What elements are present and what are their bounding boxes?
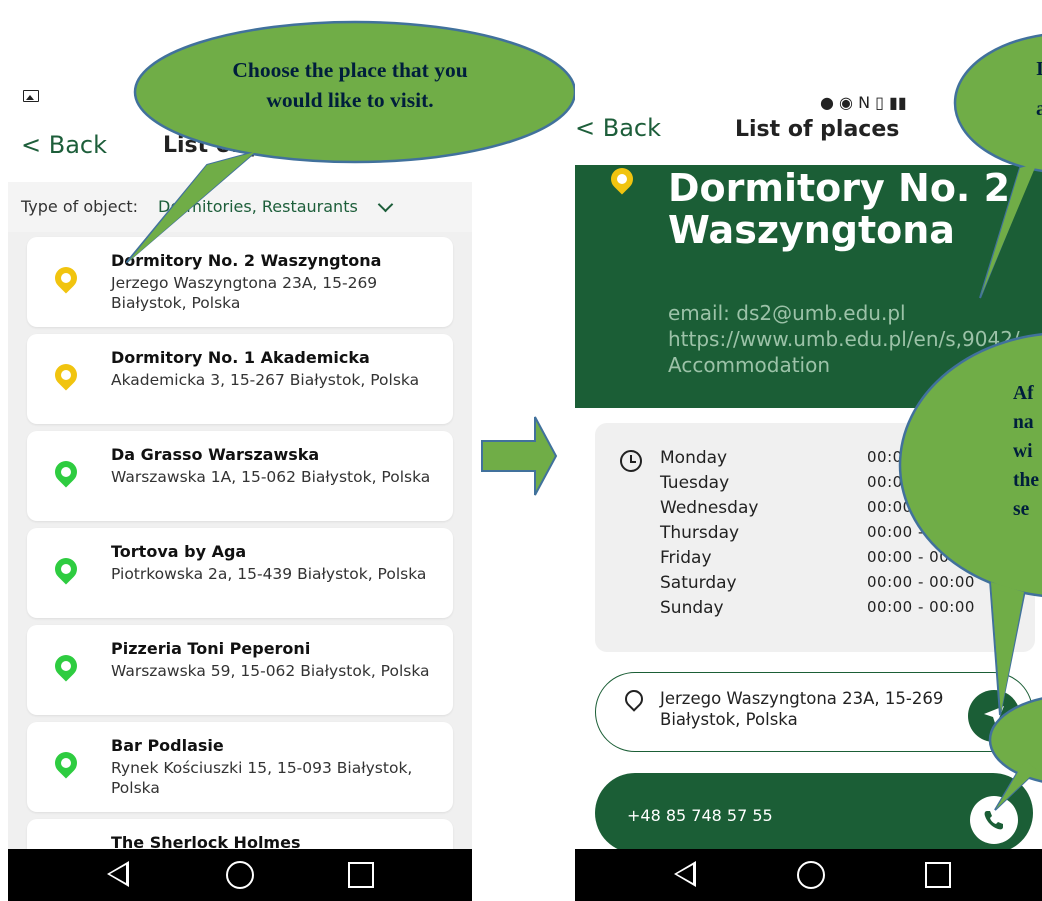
status-icons: ● ◉ N ▯ ▮▮	[820, 93, 907, 112]
day-label: Wednesday	[660, 498, 759, 518]
dormitory-pin-icon	[50, 359, 82, 391]
android-navigation-bar	[575, 849, 1042, 901]
list-item[interactable]: Dormitory No. 1 Akademicka Akademicka 3, …	[27, 334, 453, 424]
place-address: Warszawska 59, 15-062 Białystok, Polska	[111, 662, 430, 680]
list-item[interactable]: Tortova by Aga Piotrkowska 2a, 15-439 Bia…	[27, 528, 453, 618]
arrow-right-icon	[481, 416, 558, 496]
place-address: Jerzego Waszyngtona 23A, 15-269 Białysto…	[111, 274, 378, 312]
day-label: Sunday	[660, 598, 724, 618]
android-navigation-bar	[8, 849, 472, 901]
list-item[interactable]: Pizzeria Toni Peperoni Warszawska 59, 15-…	[27, 625, 453, 715]
callout-text-partial: I	[1036, 58, 1042, 80]
nav-back-icon[interactable]	[674, 861, 696, 887]
dormitory-pin-icon	[50, 262, 82, 294]
clock-icon	[620, 450, 642, 472]
callout-text: Choose the place that you would like to …	[232, 58, 468, 112]
callout-line: Af	[1013, 383, 1034, 404]
place-name: Bar Podlasie	[111, 736, 224, 755]
restaurant-pin-icon	[50, 553, 82, 585]
callout-text-partial: a	[1036, 98, 1042, 120]
nav-back-icon[interactable]	[107, 861, 129, 887]
callout-bubble-bottom-right	[988, 697, 1042, 811]
restaurant-pin-icon	[50, 650, 82, 682]
nav-home-icon[interactable]	[797, 861, 825, 889]
day-label: Tuesday	[660, 473, 730, 493]
phone-number[interactable]: +48 85 748 57 55	[627, 806, 773, 825]
day-label: Monday	[660, 448, 728, 468]
back-button[interactable]: < Back	[575, 114, 661, 142]
nav-recent-apps-icon[interactable]	[925, 862, 951, 888]
restaurant-pin-icon	[50, 747, 82, 779]
place-address: Piotrkowska 2a, 15-439 Białystok, Polska	[111, 565, 427, 583]
place-address: Warszawska 1A, 15-062 Białystok, Polska	[111, 468, 431, 486]
callout-bubble-top-right	[953, 33, 1042, 299]
list-item[interactable]: Bar Podlasie Rynek Kościuszki 15, 15-093 …	[27, 722, 453, 812]
nav-recent-apps-icon[interactable]	[348, 862, 374, 888]
callout-line: na	[1013, 412, 1034, 433]
day-label: Saturday	[660, 573, 737, 593]
nav-home-icon[interactable]	[226, 861, 254, 889]
callout-line: wi	[1013, 441, 1033, 462]
place-address: Akademicka 3, 15-267 Białystok, Polska	[111, 371, 420, 389]
day-label: Thursday	[660, 523, 740, 543]
day-label: Friday	[660, 548, 712, 568]
callout-line: the	[1013, 470, 1039, 491]
place-name: Tortova by Aga	[111, 542, 247, 561]
place-name: Pizzeria Toni Peperoni	[111, 639, 311, 658]
restaurant-pin-icon	[50, 456, 82, 488]
place-name: Da Grasso Warszawska	[111, 445, 320, 464]
place-name: Dormitory No. 1 Akademicka	[111, 348, 370, 367]
list-item[interactable]: Da Grasso Warszawska Warszawska 1A, 15-06…	[27, 431, 453, 521]
image-notification-icon	[23, 90, 39, 102]
page-title: List of places	[735, 117, 900, 142]
callout-line: se	[1013, 499, 1030, 520]
place-address: Rynek Kościuszki 15, 15-093 Białystok, P…	[111, 759, 413, 797]
callout-text-partial: Af na wi the se	[1013, 379, 1042, 524]
